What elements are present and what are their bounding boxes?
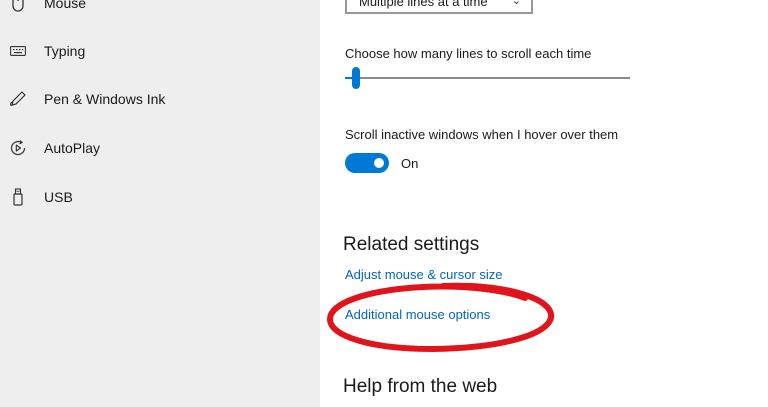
sidebar-item-label: Pen & Windows Ink xyxy=(44,91,166,107)
help-from-web-heading: Help from the web xyxy=(343,376,498,397)
keyboard-icon xyxy=(8,41,28,61)
autoplay-icon xyxy=(8,138,28,158)
mouse-icon xyxy=(8,0,28,13)
sidebar-item-pen-windows-ink[interactable]: Pen & Windows Ink xyxy=(0,78,320,120)
related-settings-heading: Related settings xyxy=(343,234,480,255)
mouse-settings-pane: Multiple lines at a time ⌄ Choose how ma… xyxy=(320,0,768,407)
chevron-down-icon: ⌄ xyxy=(511,0,521,7)
sidebar-item-label: USB xyxy=(44,189,73,205)
scroll-lines-label: Choose how many lines to scroll each tim… xyxy=(345,46,592,61)
sidebar-item-mouse[interactable]: Mouse xyxy=(0,0,320,24)
sidebar-item-label: Mouse xyxy=(44,0,87,11)
toggle-knob xyxy=(374,158,384,168)
scroll-inactive-label: Scroll inactive windows when I hover ove… xyxy=(345,127,619,142)
sidebar-item-label: AutoPlay xyxy=(44,140,101,156)
scroll-inactive-toggle[interactable] xyxy=(345,153,389,173)
usb-icon xyxy=(8,187,28,207)
scroll-mode-dropdown[interactable]: Multiple lines at a time ⌄ xyxy=(345,0,533,14)
additional-mouse-options-link[interactable]: Additional mouse options xyxy=(345,307,490,322)
adjust-mouse-cursor-size-link[interactable]: Adjust mouse & cursor size xyxy=(345,267,503,282)
slider-thumb[interactable] xyxy=(352,67,360,89)
sidebar-item-label: Typing xyxy=(44,43,86,59)
sidebar-item-usb[interactable]: USB xyxy=(0,176,320,218)
scroll-mode-value: Multiple lines at a time xyxy=(359,0,488,9)
sidebar-item-typing[interactable]: Typing xyxy=(0,30,320,72)
pen-icon xyxy=(8,89,28,109)
settings-sidebar: Mouse Typing Pen & Windows Ink AutoPlay … xyxy=(0,0,320,407)
scroll-lines-slider[interactable] xyxy=(345,67,630,89)
toggle-state-label: On xyxy=(401,156,419,171)
sidebar-item-autoplay[interactable]: AutoPlay xyxy=(0,127,320,169)
